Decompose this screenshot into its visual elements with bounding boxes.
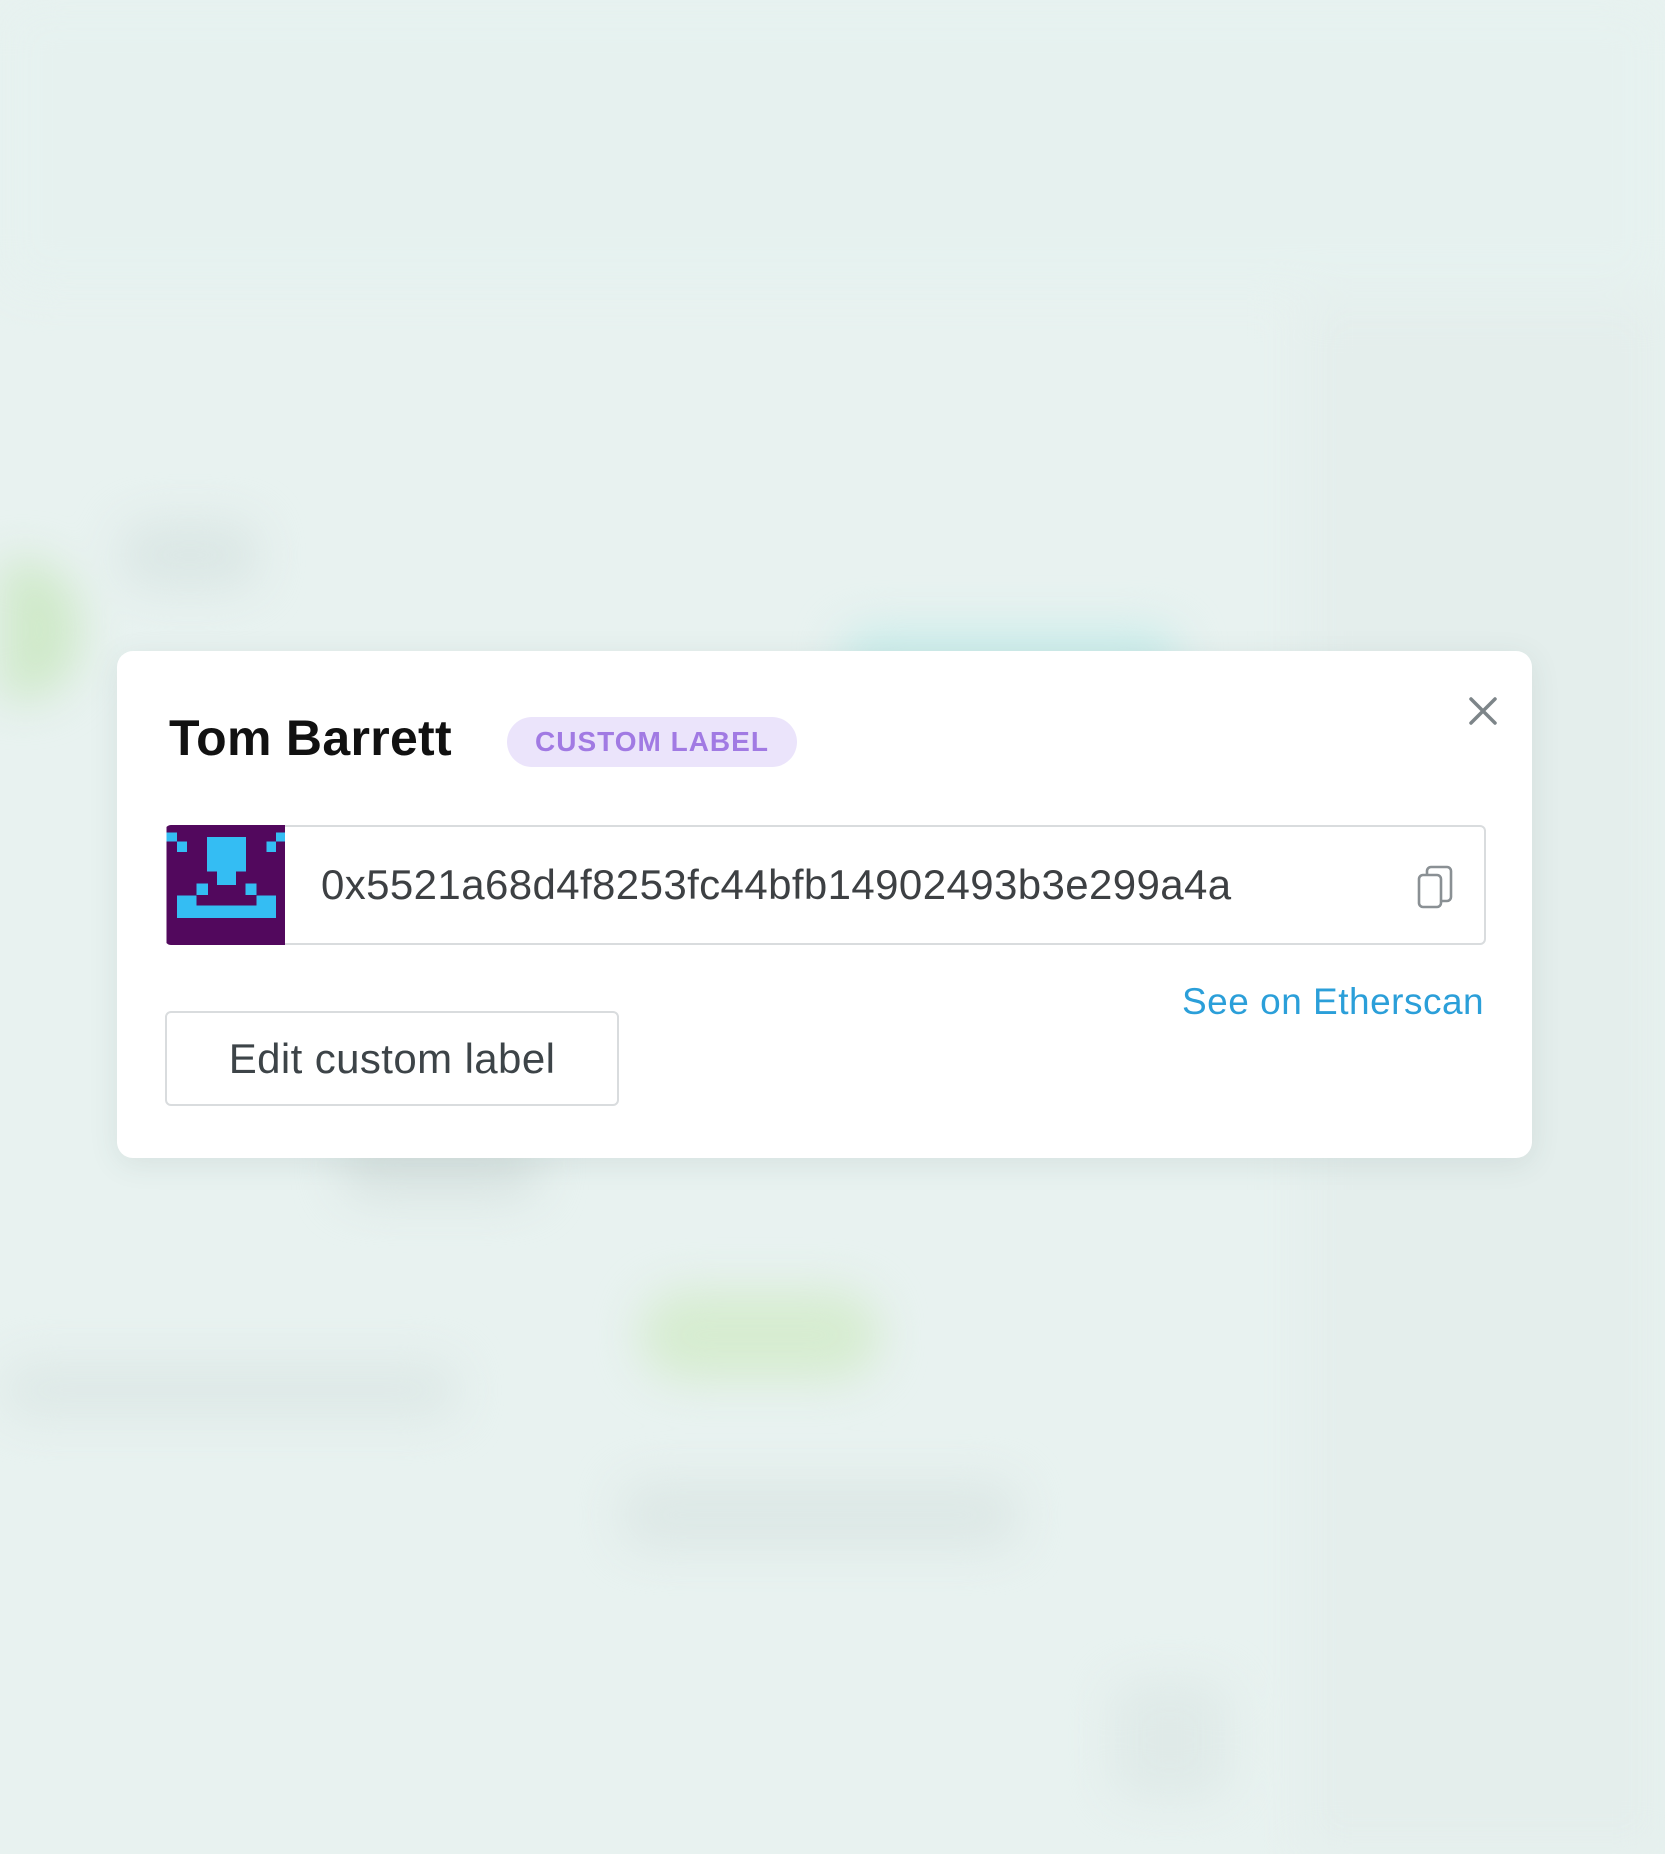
contact-name: Tom Barrett	[169, 710, 452, 766]
custom-label-badge: CUSTOM LABEL	[507, 717, 797, 767]
close-button[interactable]	[1461, 689, 1505, 733]
copy-icon	[1417, 865, 1453, 909]
avatar	[165, 825, 288, 945]
address-field: 0x5521a68d4f8253fc44bfb14902493b3e299a4a	[165, 825, 1487, 945]
wallet-address[interactable]: 0x5521a68d4f8253fc44bfb14902493b3e299a4a	[321, 827, 1232, 943]
address-box: 0x5521a68d4f8253fc44bfb14902493b3e299a4a	[285, 825, 1486, 945]
see-on-etherscan-link[interactable]: See on Etherscan	[1182, 981, 1484, 1023]
edit-custom-label-button[interactable]: Edit custom label	[165, 1011, 619, 1106]
copy-button[interactable]	[1415, 863, 1455, 911]
address-popover: Tom Barrett CUSTOM LABEL 0x5521a68d4f825…	[117, 651, 1532, 1158]
close-icon	[1469, 697, 1497, 725]
